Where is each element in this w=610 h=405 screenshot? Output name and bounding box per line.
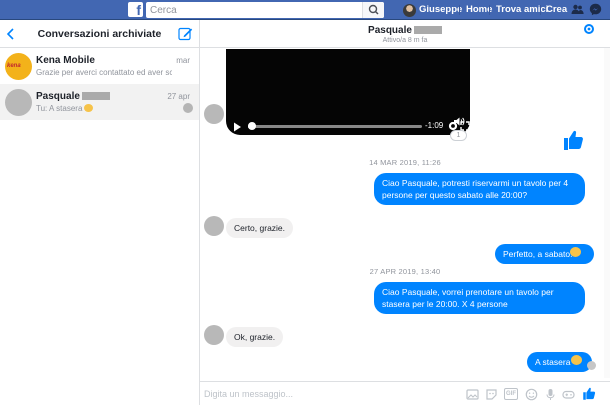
message-composer: GIF — [200, 381, 610, 405]
facebook-logo-icon[interactable]: f — [128, 2, 143, 17]
new-message-icon[interactable] — [178, 26, 193, 41]
chat-status: Attivo/a 8 m fa — [382, 37, 428, 44]
video-controls: -1:09 — [226, 117, 470, 135]
conversation-snippet-wrap: Tu: A stasera — [36, 104, 172, 113]
search-box — [146, 2, 384, 18]
conversation-name-wrap: Pasquale — [36, 91, 110, 102]
chat-contact-name: Pasquale — [368, 25, 412, 36]
settings-gear-icon[interactable] — [582, 22, 596, 36]
conversation-name: Pasquale — [36, 91, 80, 102]
redacted-surname — [413, 26, 442, 34]
emoji-icon — [571, 355, 582, 365]
conversation-snippet: Grazie per averci contattato ed aver sce… — [36, 68, 172, 77]
avatar — [5, 89, 32, 116]
message-bubble-outgoing[interactable]: Ciao Pasquale, vorrei prenotare un tavol… — [374, 282, 585, 314]
message-bubble-incoming[interactable]: Ok, grazie. — [226, 327, 284, 347]
friend-requests-icon[interactable] — [571, 3, 584, 16]
message-input[interactable] — [204, 386, 404, 402]
search-input[interactable] — [146, 2, 360, 18]
conversation-date: 27 apr — [167, 92, 190, 101]
profile-name[interactable]: Giuseppe — [419, 3, 462, 17]
profile-link[interactable] — [403, 3, 416, 17]
message-bubble-outgoing[interactable]: A stasera — [527, 352, 593, 372]
conversation-snippet: Tu: A stasera — [36, 104, 83, 113]
scrollbar[interactable] — [604, 48, 610, 378]
panel-header: Conversazioni archiviate — [0, 20, 199, 48]
emoji-picker-icon[interactable] — [525, 388, 538, 401]
gif-button[interactable]: GIF — [504, 388, 518, 400]
reaction-badge[interactable]: 1 — [450, 130, 467, 141]
video-time: -1:09 — [425, 121, 444, 130]
conversation-name: Kena Mobile — [36, 55, 95, 66]
video-progress-handle[interactable] — [247, 122, 256, 130]
emoji-icon — [84, 104, 94, 112]
message-text: Perfetto, a sabato! — [503, 249, 573, 259]
message-text: A stasera — [535, 357, 571, 367]
emoji-icon — [570, 247, 581, 257]
create-link[interactable]: Crea — [546, 3, 567, 17]
volume-icon[interactable] — [453, 116, 465, 127]
timestamp: 27 APR 2019, 13:40 — [369, 267, 441, 276]
microphone-icon[interactable] — [544, 388, 557, 401]
video-progress-bar[interactable] — [248, 125, 422, 128]
conversation-date: mar — [176, 56, 190, 65]
seen-avatar — [587, 361, 596, 370]
avatar — [403, 3, 416, 17]
search-button[interactable] — [362, 2, 384, 18]
message-bubble-incoming[interactable]: Certo, grazie. — [226, 218, 294, 238]
conversation-item-kena-mobile[interactable]: kena Kena Mobile Grazie per averci conta… — [0, 48, 199, 84]
kena-logo-text: kena — [7, 63, 21, 69]
panel-title: Conversazioni archiviate — [37, 28, 162, 40]
message-bubble-outgoing[interactable]: Ciao Pasquale, potresti riservarmi un ta… — [374, 173, 585, 205]
messenger-icon[interactable] — [589, 3, 602, 16]
contact-avatar[interactable] — [204, 104, 224, 124]
contact-avatar[interactable] — [204, 325, 224, 345]
avatar: kena — [5, 53, 32, 80]
contact-avatar[interactable] — [204, 216, 224, 236]
chat-contact-name-wrap[interactable]: Pasquale — [200, 25, 610, 36]
game-controller-icon[interactable] — [562, 388, 575, 401]
redacted-surname — [81, 92, 110, 100]
chat-panel: Pasquale Attivo/a 8 m fa -1:09 1 14 MAR … — [200, 20, 610, 405]
search-icon — [368, 4, 379, 15]
facebook-top-bar: f Giuseppe Home Trova amici Crea — [0, 0, 610, 20]
thumbs-up-icon — [564, 130, 583, 150]
conversation-item-pasquale[interactable]: Pasquale Tu: A stasera 27 apr — [0, 84, 199, 120]
video-message[interactable]: -1:09 — [226, 49, 470, 135]
sticker-icon[interactable] — [485, 388, 498, 401]
timestamp: 14 MAR 2019, 11:26 — [369, 158, 441, 167]
reaction-count: 1 — [456, 132, 461, 139]
play-icon[interactable] — [233, 122, 242, 132]
gif-label: GIF — [506, 391, 516, 397]
archived-conversations-panel: Conversazioni archiviate kena Kena Mobil… — [0, 20, 200, 405]
send-like-icon[interactable] — [582, 386, 597, 401]
chat-header: Pasquale Attivo/a 8 m fa — [200, 20, 610, 48]
image-attach-icon[interactable] — [466, 388, 479, 401]
seen-avatar — [183, 103, 193, 113]
